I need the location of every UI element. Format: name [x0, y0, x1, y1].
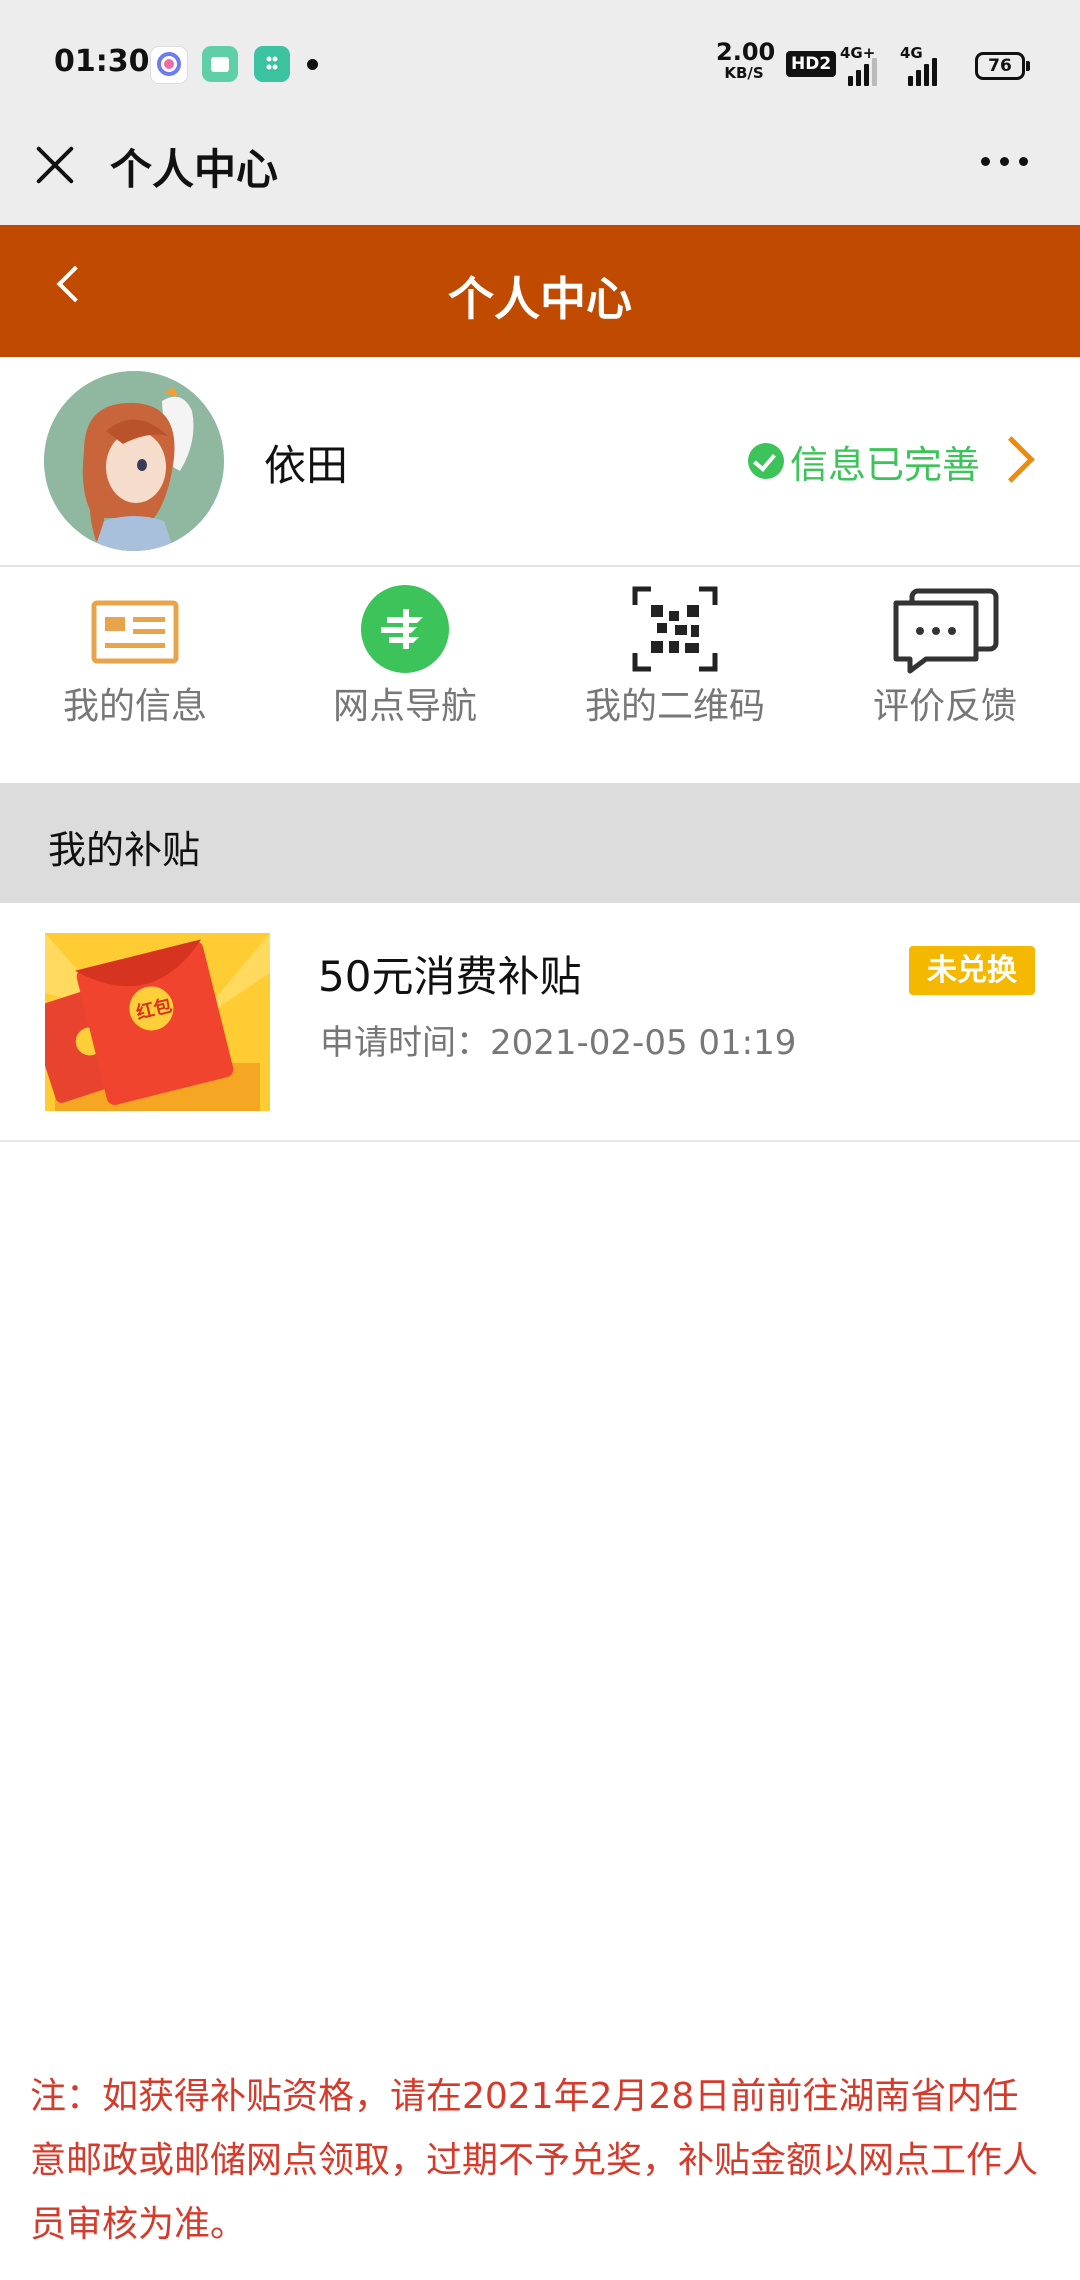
profile-status-text: 信息已完善 — [789, 442, 980, 487]
network-speed-value: 2.00 — [716, 38, 776, 66]
status-time: 01:30 — [54, 44, 150, 79]
title-bar: 个人中心 — [0, 130, 1080, 225]
subsidy-apply-time: 申请时间：2021-02-05 01:19 — [320, 1023, 797, 1063]
subsidy-section-header: 我的补贴 — [0, 783, 1080, 903]
user-name: 依田 — [264, 441, 349, 490]
menu-item-my-qr-code[interactable]: 我的二维码 — [540, 567, 810, 782]
notification-dot — [307, 59, 318, 70]
function-menu: 我的信息 网点导航 我的二维码 评价反馈 — [0, 567, 1080, 782]
page-title: 个人中心 — [448, 272, 632, 326]
id-card-icon — [89, 583, 181, 675]
gallery-icon — [202, 46, 238, 82]
network-speed: 2.00 KB/S — [716, 38, 776, 82]
menu-item-label: 评价反馈 — [872, 686, 1017, 727]
post-logo-icon — [359, 583, 451, 675]
hd-badge: HD2 — [786, 51, 837, 77]
signal-2-label: 4G — [900, 44, 923, 62]
menu-item-my-info[interactable]: 我的信息 — [0, 567, 270, 782]
status-badge: 未兑换 — [909, 946, 1035, 995]
window-title: 个人中心 — [110, 145, 279, 194]
page-header: 个人中心 — [0, 225, 1080, 357]
profile-row[interactable]: 依田 信息已完善 — [0, 357, 1080, 567]
battery-icon: 76 — [975, 52, 1030, 80]
footer-note: 注：如获得补贴资格，请在2021年2月28日前前往湖南省内任意邮政或邮储网点领取… — [30, 2076, 1039, 2245]
signal-icon-2: 4G — [900, 44, 970, 86]
qr-code-icon — [629, 583, 721, 675]
menu-item-outlet-navigation[interactable]: 网点导航 — [270, 567, 540, 782]
status-bar: 01:30 2.00 KB/S HD2 4G+ 4G 76 — [0, 0, 1080, 130]
more-menu-icon[interactable] — [975, 146, 1035, 176]
check-circle-icon — [747, 443, 784, 479]
section-title: 我的补贴 — [48, 828, 201, 872]
network-speed-unit: KB/S — [724, 64, 764, 82]
menu-item-label: 网点导航 — [332, 686, 477, 727]
menu-item-label: 我的信息 — [62, 686, 207, 727]
cleaner-icon — [254, 46, 290, 82]
qq-icon — [150, 46, 188, 84]
menu-item-label: 我的二维码 — [584, 686, 765, 727]
menu-item-feedback[interactable]: 评价反馈 — [810, 567, 1080, 782]
close-icon[interactable] — [32, 142, 78, 188]
subsidy-list-item[interactable]: 红包 50元消费补贴 申请时间：2021-02-05 01:19 未兑换 — [0, 903, 1080, 1142]
subsidy-name: 50元消费补贴 — [318, 952, 582, 1001]
avatar[interactable] — [44, 371, 224, 551]
chevron-right-icon[interactable] — [988, 436, 1035, 483]
profile-status[interactable]: 信息已完善 — [747, 439, 980, 487]
chat-bubble-icon — [890, 583, 1000, 675]
red-envelope-thumbnail: 红包 — [45, 933, 270, 1111]
signal-1-label: 4G+ — [840, 44, 876, 62]
